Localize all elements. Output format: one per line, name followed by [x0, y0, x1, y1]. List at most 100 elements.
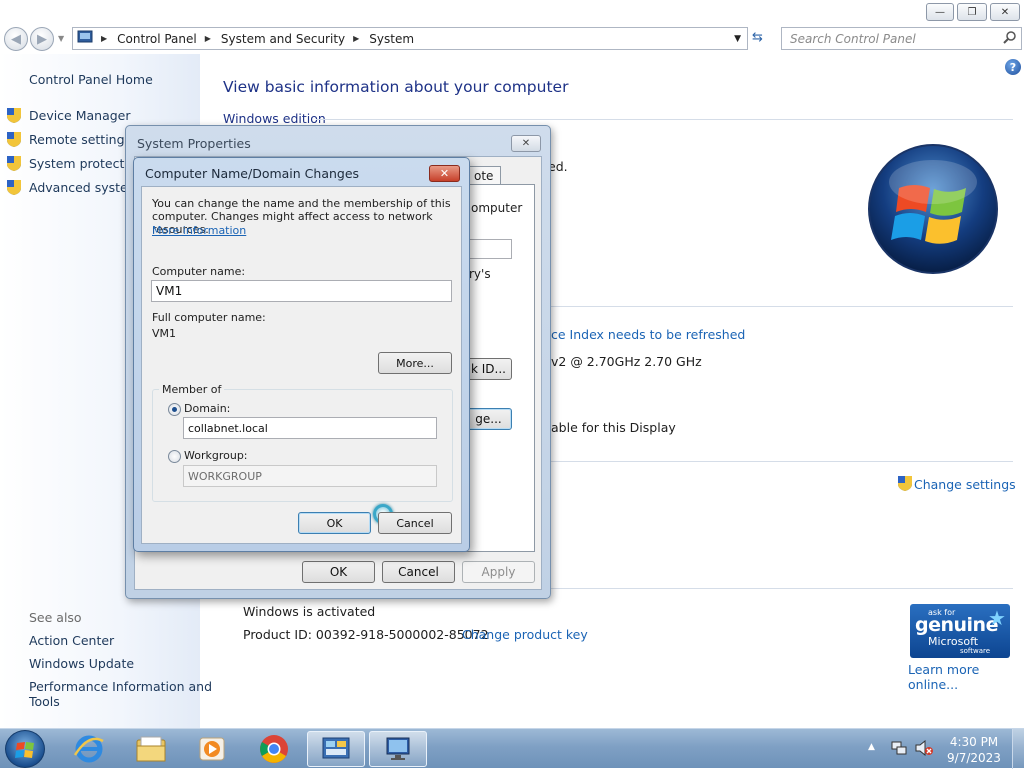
change-product-key-link[interactable]: Change product key	[462, 627, 588, 642]
refresh-icon[interactable]: ⇆	[752, 30, 774, 48]
media-player-taskbar-button[interactable]	[183, 731, 241, 767]
action-center-link[interactable]: Action Center	[29, 633, 114, 648]
minimize-button[interactable]: —	[926, 3, 954, 21]
workgroup-input[interactable]: WORKGROUP	[183, 465, 437, 487]
back-button[interactable]: ◀	[4, 27, 28, 51]
section-divider	[316, 119, 1013, 120]
learn-more-online-link[interactable]: Learn more online...	[908, 662, 1024, 692]
performance-tools-link[interactable]: Tools	[29, 694, 60, 709]
close-icon: ✕	[1000, 6, 1010, 18]
breadcrumb-separator-icon: ▶	[204, 34, 211, 43]
windows-explorer-taskbar-button[interactable]	[122, 731, 180, 767]
internet-explorer-taskbar-button[interactable]	[60, 731, 118, 767]
computer-name-input[interactable]: VM1	[151, 280, 452, 302]
windows-update-link[interactable]: Windows Update	[29, 656, 134, 671]
windows-logo-icon	[866, 142, 1000, 276]
more-information-link[interactable]: More information	[152, 224, 246, 237]
forward-arrow-icon: ▶	[37, 31, 47, 47]
computer-name-label: Computer name:	[152, 265, 246, 278]
start-button[interactable]	[5, 730, 45, 768]
see-also-heading: See also	[29, 610, 82, 625]
back-arrow-icon: ◀	[11, 31, 21, 47]
recent-pages-dropdown-icon[interactable]: ▼	[58, 34, 64, 43]
change-settings-link[interactable]: Change settings	[914, 477, 1016, 492]
breadcrumb-separator-icon: ▶	[101, 34, 108, 43]
page-title: View basic information about your comput…	[223, 78, 569, 96]
cancel-button[interactable]: Cancel	[382, 561, 455, 583]
workgroup-label: Workgroup:	[184, 449, 248, 462]
close-window-button[interactable]: ✕	[990, 3, 1020, 21]
chrome-taskbar-button[interactable]	[245, 731, 303, 767]
badge-genuine: genuine	[915, 614, 998, 636]
experience-index-link[interactable]: ce Index needs to be refreshed	[551, 327, 745, 342]
system-properties-taskbar-button[interactable]	[369, 731, 427, 767]
search-placeholder: Search Control Panel	[790, 31, 916, 46]
remote-settings-link[interactable]: Remote settings	[29, 132, 131, 147]
system-properties-close-button[interactable]: ✕	[511, 135, 541, 152]
uac-shield-icon	[7, 132, 21, 147]
help-icon[interactable]: ?	[1005, 59, 1021, 75]
computer-name-dialog: Computer Name/Domain Changes ✕ You can c…	[133, 157, 470, 552]
advanced-system-settings-link[interactable]: Advanced system	[29, 180, 140, 195]
address-bar[interactable]: ▶ Control Panel ▶ System and Security ▶ …	[72, 27, 748, 50]
breadcrumb-control-panel[interactable]: Control Panel	[117, 32, 197, 46]
performance-information-link[interactable]: Performance Information and	[29, 679, 212, 694]
example-text-fragment: ry's	[469, 267, 491, 281]
dialog-cancel-button[interactable]: Cancel	[378, 512, 452, 534]
breadcrumb-separator-icon: ▶	[353, 34, 360, 43]
network-tray-icon[interactable]	[890, 740, 908, 759]
address-dropdown-icon[interactable]: ▼	[734, 34, 741, 44]
control-panel-taskbar-button[interactable]	[307, 731, 365, 767]
badge-software: software	[960, 647, 991, 655]
dialog-close-button[interactable]: ✕	[429, 165, 460, 182]
breadcrumb-system-and-security[interactable]: System and Security	[221, 32, 345, 46]
star-icon: ★	[988, 606, 1006, 630]
forward-button[interactable]: ▶	[30, 27, 54, 51]
tab-remote[interactable]: ote	[469, 166, 501, 184]
pen-touch-fragment: able for this Display	[551, 420, 676, 435]
ok-button[interactable]: OK	[302, 561, 375, 583]
workgroup-radio[interactable]	[168, 450, 181, 463]
minimize-icon: —	[935, 6, 945, 18]
computer-description-input[interactable]	[465, 239, 512, 259]
uac-shield-icon	[7, 108, 21, 123]
search-input[interactable]: Search Control Panel	[781, 27, 1022, 50]
internet-explorer-icon	[73, 735, 104, 763]
domain-input[interactable]: collabnet.local	[183, 417, 437, 439]
show-desktop-button[interactable]	[1012, 729, 1024, 769]
search-icon[interactable]	[1003, 30, 1016, 47]
section-divider	[550, 306, 1013, 307]
section-divider	[550, 461, 1013, 462]
dialog-ok-button[interactable]: OK	[298, 512, 371, 534]
genuine-microsoft-badge[interactable]: ask for genuine Microsoft software ★	[910, 604, 1010, 658]
full-computer-name-value: VM1	[152, 327, 177, 340]
apply-button[interactable]: Apply	[462, 561, 535, 583]
network-id-button[interactable]: k ID...	[465, 358, 512, 380]
maximize-button[interactable]: ❐	[957, 3, 987, 21]
show-hidden-icons-button[interactable]: ▲	[868, 742, 875, 752]
full-computer-name-label: Full computer name:	[152, 311, 266, 324]
uac-shield-icon	[898, 476, 912, 494]
clock[interactable]: 4:30 PM 9/7/2023	[944, 734, 1004, 766]
navigation-bar: ◀ ▶ ▼ ▶ Control Panel ▶ System and Secur…	[0, 24, 1024, 54]
product-id: Product ID: 00392-918-5000002-85072	[243, 627, 489, 642]
domain-radio[interactable]	[168, 403, 181, 416]
computer-name-dialog-title: Computer Name/Domain Changes	[145, 166, 360, 181]
window-title-bar: — ❐ ✕	[0, 0, 1024, 24]
more-button[interactable]: More...	[378, 352, 452, 374]
breadcrumb-system[interactable]: System	[369, 32, 414, 46]
device-manager-link[interactable]: Device Manager	[29, 108, 131, 123]
intro-line: You can change the name and the membersh…	[152, 197, 451, 210]
change-button[interactable]: ge...	[465, 408, 512, 430]
system-properties-title: System Properties	[137, 136, 251, 151]
volume-muted-tray-icon[interactable]	[914, 739, 934, 759]
windows-flag-icon	[15, 742, 34, 758]
activation-status: Windows is activated	[243, 604, 376, 619]
computer-monitor-icon	[386, 737, 410, 760]
computer-name-dialog-body: You can change the name and the membersh…	[141, 186, 462, 544]
member-of-label: Member of	[159, 383, 225, 396]
taskbar: ▲ 4:30 PM 9/7/2023	[0, 728, 1024, 769]
control-panel-home-link[interactable]: Control Panel Home	[29, 72, 153, 87]
uac-shield-icon	[7, 180, 21, 195]
folder-icon	[136, 736, 166, 762]
